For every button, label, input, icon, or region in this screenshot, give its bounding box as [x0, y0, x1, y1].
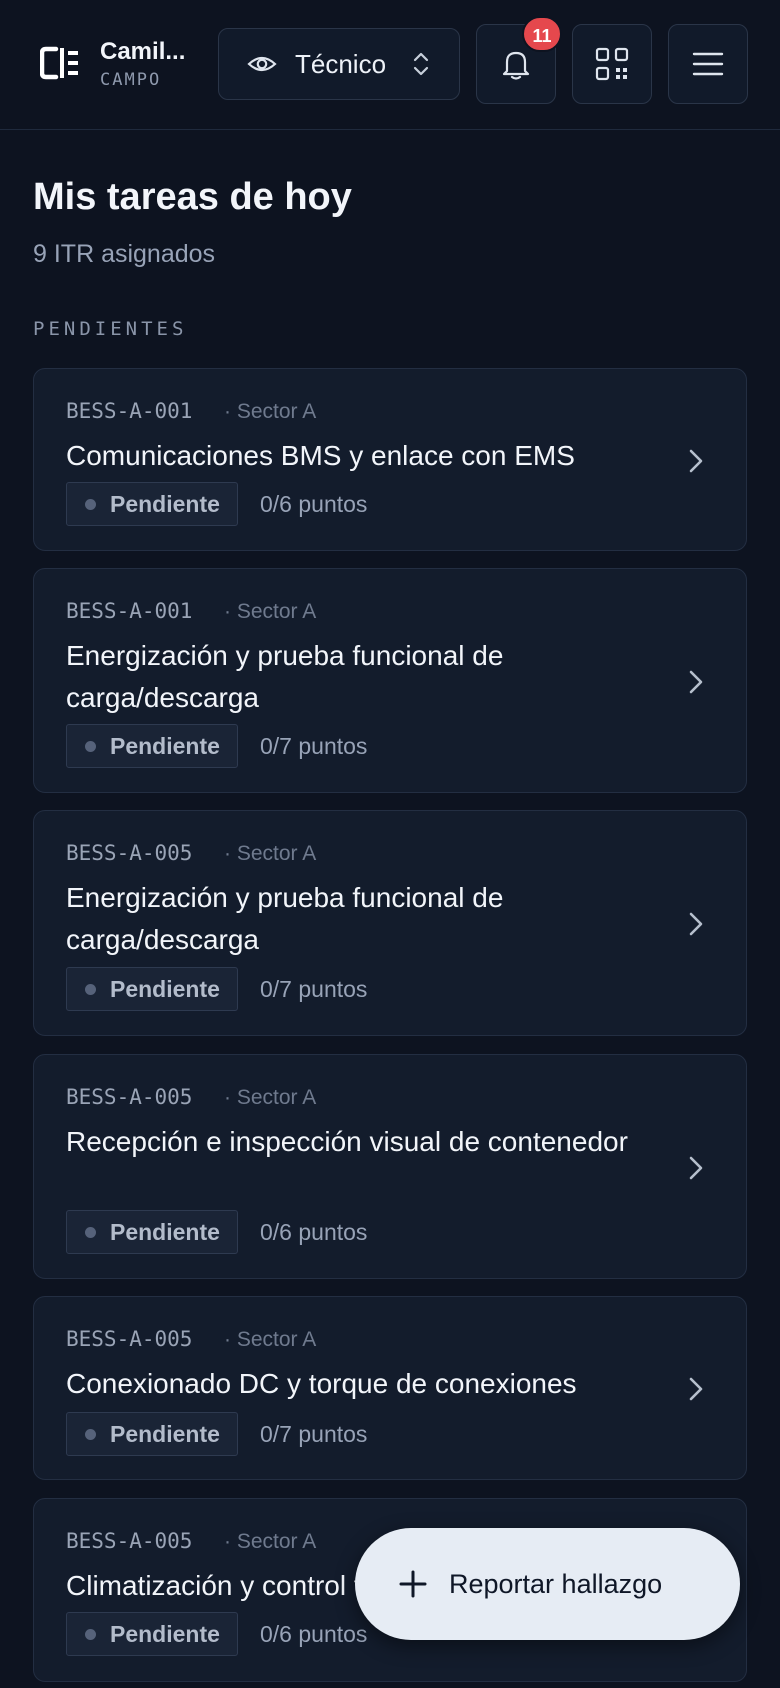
- chevron-up-down-icon: [413, 52, 429, 76]
- task-card[interactable]: BESS-A-005 · Sector A Recepción e inspec…: [33, 1054, 747, 1279]
- task-points: 0/7 puntos: [260, 733, 368, 759]
- task-code: BESS-A-005: [66, 1085, 193, 1109]
- status-badge: Pendiente: [66, 1412, 238, 1456]
- task-title: Recepción e inspección visual de contene…: [66, 1126, 628, 1157]
- report-finding-button[interactable]: Reportar hallazgo: [355, 1528, 740, 1640]
- chevron-right-icon: [689, 1156, 703, 1180]
- task-sector: · Sector A: [224, 842, 317, 865]
- role-selector[interactable]: Técnico: [218, 28, 460, 100]
- page-subtitle: 9 ITR asignados: [33, 240, 216, 268]
- hamburger-menu-icon: [692, 52, 724, 76]
- task-card[interactable]: BESS-A-001 · Sector A Comunicaciones BMS…: [33, 368, 747, 551]
- status-dot-icon: [85, 498, 96, 510]
- app-root: Camil... CAMPO Técnico 11 Mis tareas de …: [0, 0, 780, 1688]
- plus-icon: [399, 1570, 427, 1598]
- status-dot-icon: [85, 1428, 96, 1440]
- task-card[interactable]: BESS-A-005 · Sector A Conexionado DC y t…: [33, 1296, 747, 1480]
- status-badge: Pendiente: [66, 1612, 238, 1656]
- task-code: BESS-A-005: [66, 1327, 193, 1351]
- task-points: 0/7 puntos: [260, 1421, 368, 1447]
- status-dot-icon: [85, 740, 96, 752]
- section-label: PENDIENTES: [33, 318, 188, 340]
- chevron-right-icon: [689, 449, 703, 473]
- task-points: 0/6 puntos: [260, 1219, 368, 1245]
- task-card[interactable]: BESS-A-001 · Sector A Energización y pru…: [33, 568, 747, 793]
- task-title: Energización y prueba funcional de carga…: [66, 882, 504, 955]
- task-code: BESS-A-001: [66, 399, 193, 423]
- eye-icon: [247, 56, 277, 72]
- task-sector: · Sector A: [224, 1530, 317, 1553]
- user-role: CAMPO: [100, 70, 162, 90]
- role-selector-value: Técnico: [295, 48, 387, 79]
- status-dot-icon: [85, 1628, 96, 1640]
- task-title: Comunicaciones BMS y enlace con EMS: [66, 440, 575, 471]
- user-name: Camil...: [100, 38, 186, 65]
- notification-count-badge: 11: [522, 16, 562, 52]
- task-sector: · Sector A: [224, 1086, 317, 1109]
- report-finding-label: Reportar hallazgo: [449, 1568, 663, 1599]
- task-sector: · Sector A: [224, 600, 317, 623]
- status-dot-icon: [85, 983, 96, 995]
- status-text: Pendiente: [110, 975, 220, 1002]
- task-sector: · Sector A: [224, 400, 317, 423]
- task-points: 0/7 puntos: [260, 976, 368, 1002]
- chevron-right-icon: [689, 1377, 703, 1401]
- page-title: Mis tareas de hoy: [33, 176, 352, 218]
- brand-logo-icon: [40, 46, 78, 80]
- task-code: BESS-A-005: [66, 841, 193, 865]
- status-badge: Pendiente: [66, 482, 238, 526]
- task-title: Conexionado DC y torque de conexiones: [66, 1368, 577, 1399]
- status-badge: Pendiente: [66, 1210, 238, 1254]
- bell-icon: [502, 51, 530, 80]
- task-code: BESS-A-005: [66, 1529, 193, 1553]
- status-text: Pendiente: [110, 1218, 220, 1245]
- task-title: Energización y prueba funcional de carga…: [66, 640, 504, 713]
- status-text: Pendiente: [110, 732, 220, 759]
- task-code: BESS-A-001: [66, 599, 193, 623]
- chevron-right-icon: [689, 670, 703, 694]
- menu-button[interactable]: [668, 24, 748, 104]
- status-badge: Pendiente: [66, 967, 238, 1011]
- chevron-right-icon: [689, 912, 703, 936]
- status-dot-icon: [85, 1226, 96, 1238]
- status-badge: Pendiente: [66, 724, 238, 768]
- task-card[interactable]: BESS-A-005 · Sector A Energización y pru…: [33, 810, 747, 1036]
- status-text: Pendiente: [110, 1420, 220, 1447]
- task-sector: · Sector A: [224, 1328, 317, 1351]
- top-bar: Camil... CAMPO Técnico 11: [0, 0, 780, 130]
- status-text: Pendiente: [110, 490, 220, 517]
- task-points: 0/6 puntos: [260, 1621, 368, 1647]
- status-text: Pendiente: [110, 1620, 220, 1647]
- qr-code-icon: [595, 47, 629, 81]
- scan-qr-button[interactable]: [572, 24, 652, 104]
- task-points: 0/6 puntos: [260, 491, 368, 517]
